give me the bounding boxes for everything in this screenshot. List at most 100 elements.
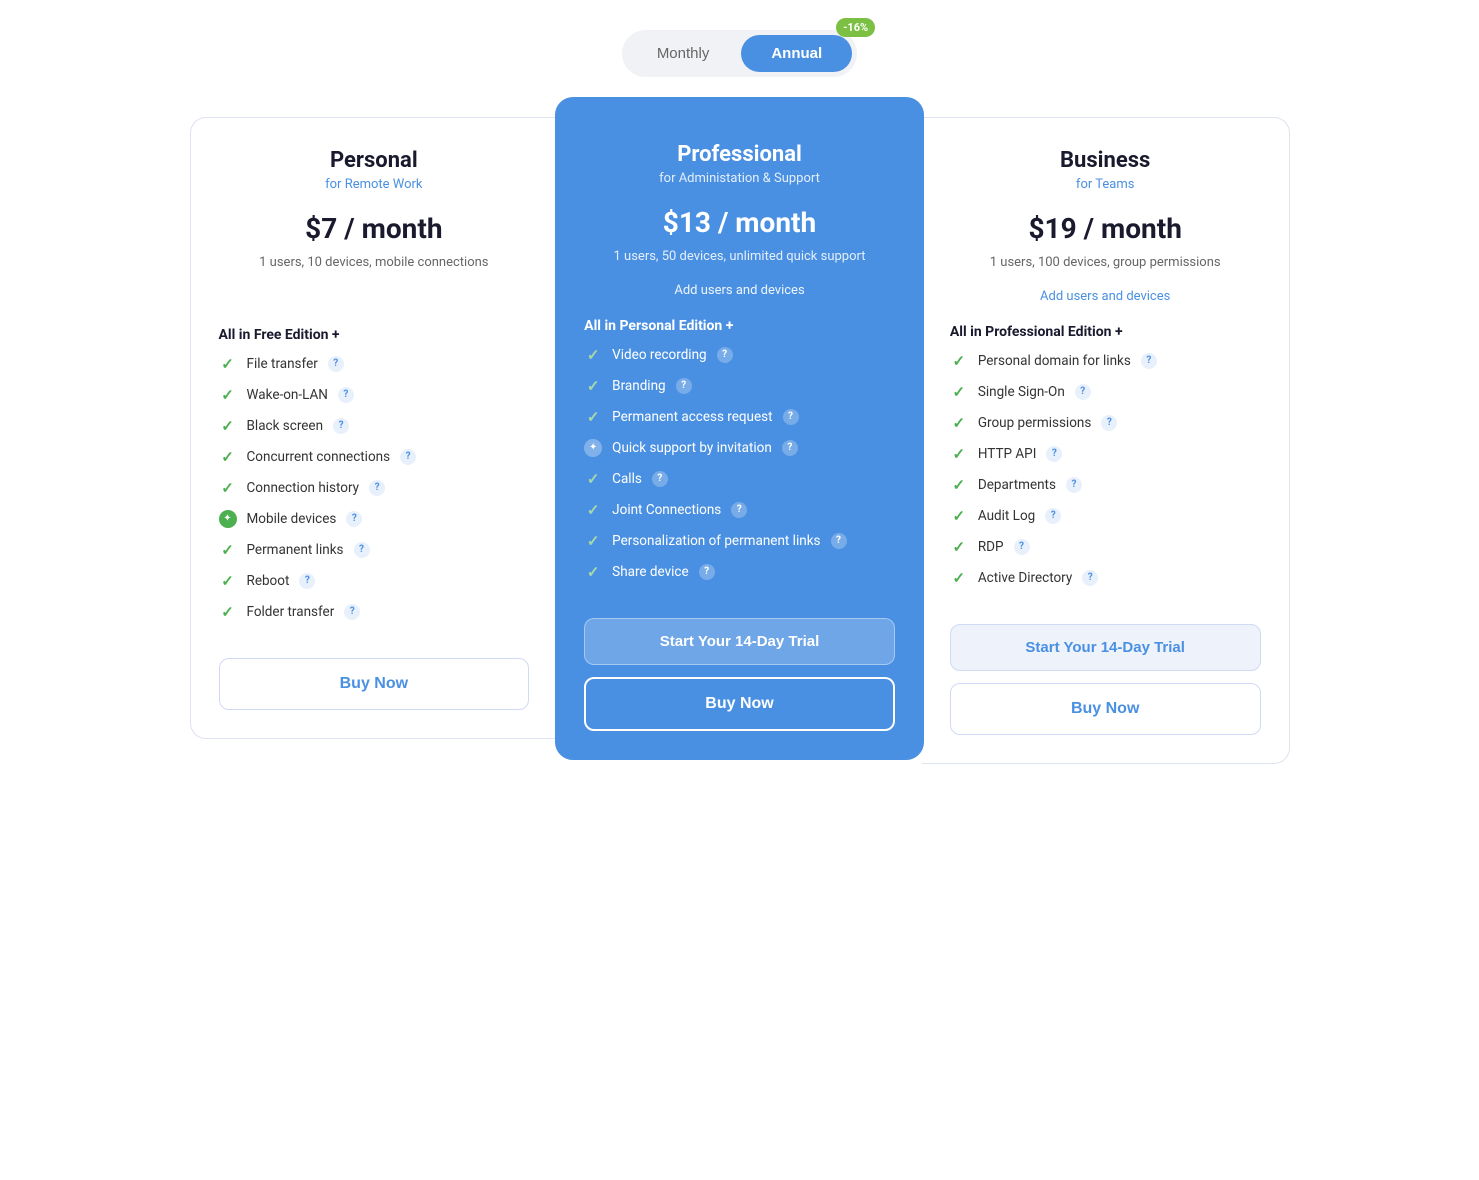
info-icon[interactable]: ? [1014, 539, 1030, 555]
feature-text: Mobile devices [247, 511, 337, 527]
list-item: ✓ Connection history ? [219, 479, 530, 497]
feature-text: Connection history [247, 480, 360, 496]
check-icon: ✓ [219, 541, 237, 559]
list-item: ✓ Folder transfer ? [219, 603, 530, 621]
billing-toggle[interactable]: Monthly Annual -16% [622, 30, 857, 77]
toggle-annual[interactable]: Annual [741, 35, 852, 72]
info-icon[interactable]: ? [333, 418, 349, 434]
business-trial-button[interactable]: Start Your 14-Day Trial [950, 624, 1261, 671]
plan-personal-name: Personal [219, 148, 530, 173]
list-item: ✓ Video recording ? [584, 346, 895, 364]
info-icon[interactable]: ? [1141, 353, 1157, 369]
feature-text: Personal domain for links [978, 353, 1131, 369]
info-icon[interactable]: ? [676, 378, 692, 394]
feature-text: Audit Log [978, 508, 1035, 524]
list-item: ✓ Calls ? [584, 470, 895, 488]
list-item: ✓ HTTP API ? [950, 445, 1261, 463]
plan-professional-subtitle: for Administation & Support [584, 171, 895, 186]
plan-professional-price: $13 / month [584, 206, 895, 239]
plan-personal-desc: 1 users, 10 devices, mobile connections [219, 253, 530, 273]
list-item: ✓ Joint Connections ? [584, 501, 895, 519]
info-icon[interactable]: ? [1066, 477, 1082, 493]
feature-text: Group permissions [978, 415, 1091, 431]
feature-text: HTTP API [978, 446, 1037, 462]
discount-badge: -16% [836, 18, 875, 37]
feature-text: Concurrent connections [247, 449, 391, 465]
check-icon: ✓ [219, 572, 237, 590]
info-icon[interactable]: ? [831, 533, 847, 549]
list-item: ✓ Wake-on-LAN ? [219, 386, 530, 404]
feature-text: Active Directory [978, 570, 1072, 586]
info-icon[interactable]: ? [328, 356, 344, 372]
list-item: ✦ Quick support by invitation ? [584, 439, 895, 457]
info-icon[interactable]: ? [1045, 508, 1061, 524]
feature-text: Permanent links [247, 542, 344, 558]
plan-business: Business for Teams $19 / month 1 users, … [922, 117, 1290, 764]
business-add-users[interactable]: Add users and devices [950, 289, 1261, 304]
info-icon[interactable]: ? [354, 542, 370, 558]
feature-text: Permanent access request [612, 409, 772, 425]
business-buy-button[interactable]: Buy Now [950, 683, 1261, 735]
plan-personal-features-header: All in Free Edition + [219, 327, 530, 343]
feature-text: Departments [978, 477, 1056, 493]
list-item: ✓ Permanent access request ? [584, 408, 895, 426]
info-icon[interactable]: ? [1075, 384, 1091, 400]
personal-buy-button[interactable]: Buy Now [219, 658, 530, 710]
plan-personal-price: $7 / month [219, 212, 530, 245]
feature-text: Branding [612, 378, 665, 394]
check-icon: ✓ [219, 479, 237, 497]
check-icon: ✓ [950, 476, 968, 494]
plan-personal-subtitle: for Remote Work [219, 177, 530, 192]
list-item: ✓ Group permissions ? [950, 414, 1261, 432]
info-icon[interactable]: ? [338, 387, 354, 403]
professional-buy-button[interactable]: Buy Now [584, 677, 895, 731]
info-icon[interactable]: ? [699, 564, 715, 580]
check-icon: ✦ [219, 510, 237, 528]
feature-text: Folder transfer [247, 604, 335, 620]
feature-text: Video recording [612, 347, 706, 363]
check-icon: ✓ [219, 417, 237, 435]
check-icon: ✓ [219, 603, 237, 621]
list-item: ✓ Personalization of permanent links ? [584, 532, 895, 550]
plan-professional-name: Professional [584, 142, 895, 167]
info-icon[interactable]: ? [346, 511, 362, 527]
list-item: ✓ Share device ? [584, 563, 895, 581]
check-icon: ✓ [219, 448, 237, 466]
check-icon: ✓ [584, 501, 602, 519]
feature-text: Quick support by invitation [612, 440, 772, 456]
toggle-pill: Monthly Annual [622, 30, 857, 77]
plans-container: Personal for Remote Work $7 / month 1 us… [190, 117, 1290, 764]
info-icon[interactable]: ? [299, 573, 315, 589]
toggle-monthly[interactable]: Monthly [627, 35, 740, 72]
info-icon[interactable]: ? [652, 471, 668, 487]
info-icon[interactable]: ? [369, 480, 385, 496]
professional-trial-button[interactable]: Start Your 14-Day Trial [584, 618, 895, 665]
check-icon: ✦ [584, 439, 602, 457]
professional-add-users[interactable]: Add users and devices [584, 283, 895, 298]
feature-text: Reboot [247, 573, 290, 589]
plan-personal-feature-list: ✓ File transfer ? ✓ Wake-on-LAN ? ✓ Blac… [219, 355, 530, 634]
list-item: ✓ Single Sign-On ? [950, 383, 1261, 401]
feature-text: File transfer [247, 356, 318, 372]
check-icon: ✓ [584, 408, 602, 426]
info-icon[interactable]: ? [731, 502, 747, 518]
check-icon: ✓ [950, 352, 968, 370]
list-item: ✓ Audit Log ? [950, 507, 1261, 525]
feature-text: Black screen [247, 418, 324, 434]
check-icon: ✓ [584, 563, 602, 581]
info-icon[interactable]: ? [400, 449, 416, 465]
info-icon[interactable]: ? [1101, 415, 1117, 431]
info-icon[interactable]: ? [783, 409, 799, 425]
info-icon[interactable]: ? [1082, 570, 1098, 586]
plan-professional-desc: 1 users, 50 devices, unlimited quick sup… [584, 247, 895, 267]
info-icon[interactable]: ? [1046, 446, 1062, 462]
check-icon: ✓ [584, 532, 602, 550]
list-item: ✓ Branding ? [584, 377, 895, 395]
info-icon[interactable]: ? [344, 604, 360, 620]
feature-text: Joint Connections [612, 502, 721, 518]
check-icon: ✓ [219, 386, 237, 404]
info-icon[interactable]: ? [782, 440, 798, 456]
feature-text: Wake-on-LAN [247, 387, 328, 403]
info-icon[interactable]: ? [717, 347, 733, 363]
check-icon: ✓ [950, 383, 968, 401]
